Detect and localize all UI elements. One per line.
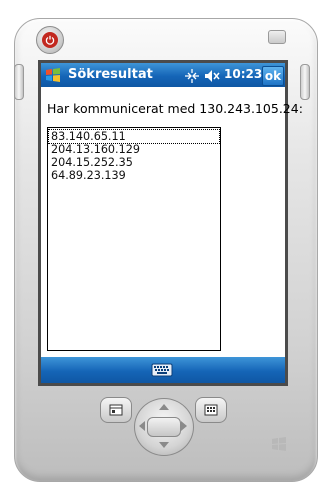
title-bar: Sökresultat 10:23 ok bbox=[41, 63, 285, 87]
nav-left-arrow-icon[interactable] bbox=[139, 421, 145, 431]
side-button-left[interactable] bbox=[14, 64, 24, 100]
right-soft-key[interactable] bbox=[195, 397, 227, 423]
list-item[interactable]: 204.13.160.129 bbox=[49, 143, 219, 156]
power-button[interactable] bbox=[36, 26, 64, 54]
content-area: Har kommunicerat med 130.243.105.24: 83.… bbox=[41, 87, 303, 357]
nav-down-arrow-icon[interactable] bbox=[159, 442, 169, 448]
calendar-icon bbox=[109, 404, 123, 416]
power-icon bbox=[42, 32, 58, 48]
list-item[interactable]: 64.89.23.139 bbox=[49, 169, 219, 182]
nav-right-arrow-icon[interactable] bbox=[181, 421, 187, 431]
window-title: Sökresultat bbox=[68, 67, 153, 82]
left-soft-key[interactable] bbox=[100, 397, 132, 423]
windows-logo-icon bbox=[270, 436, 288, 452]
nav-up-arrow-icon[interactable] bbox=[159, 404, 169, 410]
contacts-icon bbox=[204, 404, 218, 416]
volume-muted-icon[interactable] bbox=[203, 68, 221, 84]
list-item[interactable]: 83.140.65.11 bbox=[48, 129, 220, 144]
clock[interactable]: 10:23 bbox=[224, 67, 262, 81]
keyboard-icon[interactable] bbox=[151, 362, 173, 378]
menu-bar bbox=[41, 357, 285, 383]
page-heading: Har kommunicerat med 130.243.105.24: bbox=[47, 101, 303, 116]
side-button-right[interactable] bbox=[300, 64, 310, 100]
device-screen: Sökresultat 10:23 ok Har kommunicerat me… bbox=[38, 60, 303, 386]
connectivity-icon[interactable] bbox=[184, 68, 200, 84]
ok-button[interactable]: ok bbox=[262, 66, 284, 86]
action-button[interactable] bbox=[147, 417, 181, 437]
results-listbox[interactable]: 83.140.65.11 204.13.160.129 204.15.252.3… bbox=[47, 127, 221, 351]
list-item[interactable]: 204.15.252.35 bbox=[49, 156, 219, 169]
windows-start-icon[interactable] bbox=[44, 66, 62, 84]
notification-led bbox=[268, 30, 286, 44]
